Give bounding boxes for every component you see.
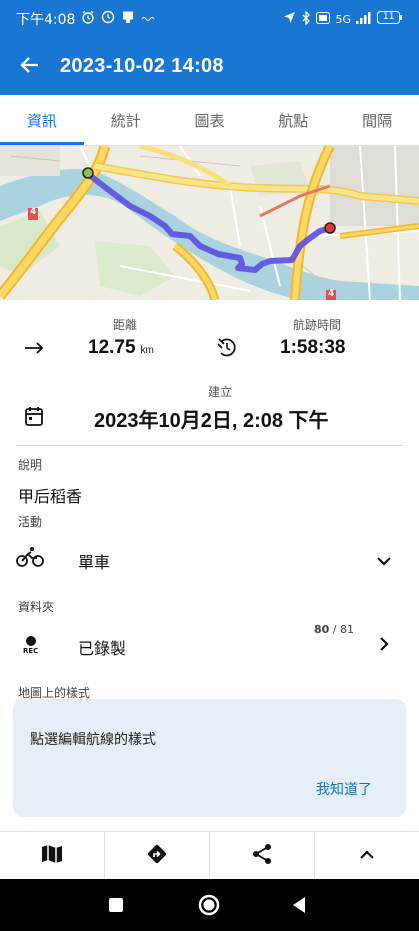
network-type: 5G — [335, 12, 351, 26]
tab-statistics[interactable]: 統計 — [84, 95, 168, 145]
page-title: 2023-10-02 14:08 — [60, 55, 224, 77]
chevron-down-icon[interactable] — [376, 552, 392, 571]
description-label: 說明 — [18, 458, 43, 472]
status-bar: 下午4:08 5G 11 — [0, 0, 419, 38]
tip-dismiss-button[interactable]: 我知道了 — [316, 779, 372, 799]
battery-level: 11 — [383, 12, 395, 22]
distance-value-row: 12.75 km — [88, 337, 154, 359]
track-end-marker — [324, 222, 336, 234]
bluetooth-icon — [301, 9, 311, 28]
track-start-marker — [82, 167, 94, 179]
signal-wave-icon — [141, 11, 157, 27]
chevron-up-icon — [359, 846, 375, 865]
distance-unit: km — [140, 345, 154, 356]
folder-count-current: 80 — [314, 623, 330, 636]
calendar-icon — [25, 406, 43, 430]
status-time: 下午4:08 — [16, 12, 76, 28]
folder-count: 80 / 81 — [314, 623, 354, 636]
arrow-back-icon — [20, 55, 40, 79]
description-value[interactable]: 甲后稻香 — [18, 483, 82, 507]
map-style-tip-card: 點選編輯航線的樣式 我知道了 — [13, 699, 406, 817]
tip-text: 點選編輯航線的樣式 — [30, 732, 156, 748]
folder-count-total: 81 — [340, 623, 355, 636]
chevron-right-icon[interactable] — [379, 636, 389, 656]
volte-icon — [316, 11, 331, 27]
folder-count-separator: / — [329, 623, 341, 636]
road-marker-left: 4 — [30, 207, 37, 217]
folder-label: 資料夾 — [18, 600, 55, 614]
activity-label: 活動 — [18, 515, 43, 529]
back-button[interactable] — [0, 38, 60, 95]
distance-value: 12.75 — [88, 337, 136, 358]
recents-button[interactable] — [108, 897, 124, 917]
created-value: 2023年10月2日, 2:08 下午 — [94, 410, 329, 432]
activity-row[interactable]: 單車 — [0, 540, 419, 580]
tab-charts[interactable]: 圖表 — [168, 95, 252, 145]
battery-icon: 11 — [377, 11, 403, 27]
rec-text: REC — [23, 647, 39, 655]
tab-waypoints[interactable]: 航點 — [251, 95, 335, 145]
alarm-icon — [81, 10, 95, 28]
map-button[interactable] — [0, 832, 105, 879]
share-icon — [251, 843, 273, 869]
share-button[interactable] — [210, 832, 315, 879]
home-button[interactable] — [198, 894, 220, 920]
activity-value: 單車 — [78, 553, 111, 572]
folder-value: 已錄製 — [78, 639, 127, 658]
map-canvas — [0, 146, 419, 300]
bicycle-icon — [16, 546, 44, 572]
time-label: 航跡時間 — [292, 318, 341, 332]
folder-row[interactable]: REC 已錄製 80 / 81 — [0, 620, 419, 668]
timer-icon — [216, 336, 238, 362]
map-icon — [41, 844, 63, 868]
bottom-action-bar — [0, 831, 419, 879]
notification-icon — [121, 10, 135, 28]
tab-intervals[interactable]: 間隔 — [335, 95, 419, 145]
arrow-right-icon — [24, 338, 46, 362]
directions-icon — [146, 843, 168, 869]
tab-bar: 資訊 統計 圖表 航點 間隔 — [0, 95, 419, 146]
system-navigation-bar — [0, 879, 419, 931]
distance-label: 距離 — [112, 318, 137, 332]
app-bar: 2023-10-02 14:08 — [0, 38, 419, 95]
directions-button[interactable] — [105, 832, 210, 879]
time-value: 1:58:38 — [280, 337, 346, 358]
signal-bars-icon — [356, 11, 372, 27]
clock-icon — [101, 10, 115, 28]
tab-info[interactable]: 資訊 — [0, 95, 84, 145]
location-arrow-icon — [283, 11, 296, 27]
track-map[interactable]: 4 4 — [0, 146, 419, 300]
expand-button[interactable] — [315, 832, 419, 879]
divider — [16, 445, 403, 446]
back-nav-button[interactable] — [291, 896, 307, 918]
created-label: 建立 — [207, 385, 232, 399]
road-marker-right: 4 — [328, 289, 335, 299]
